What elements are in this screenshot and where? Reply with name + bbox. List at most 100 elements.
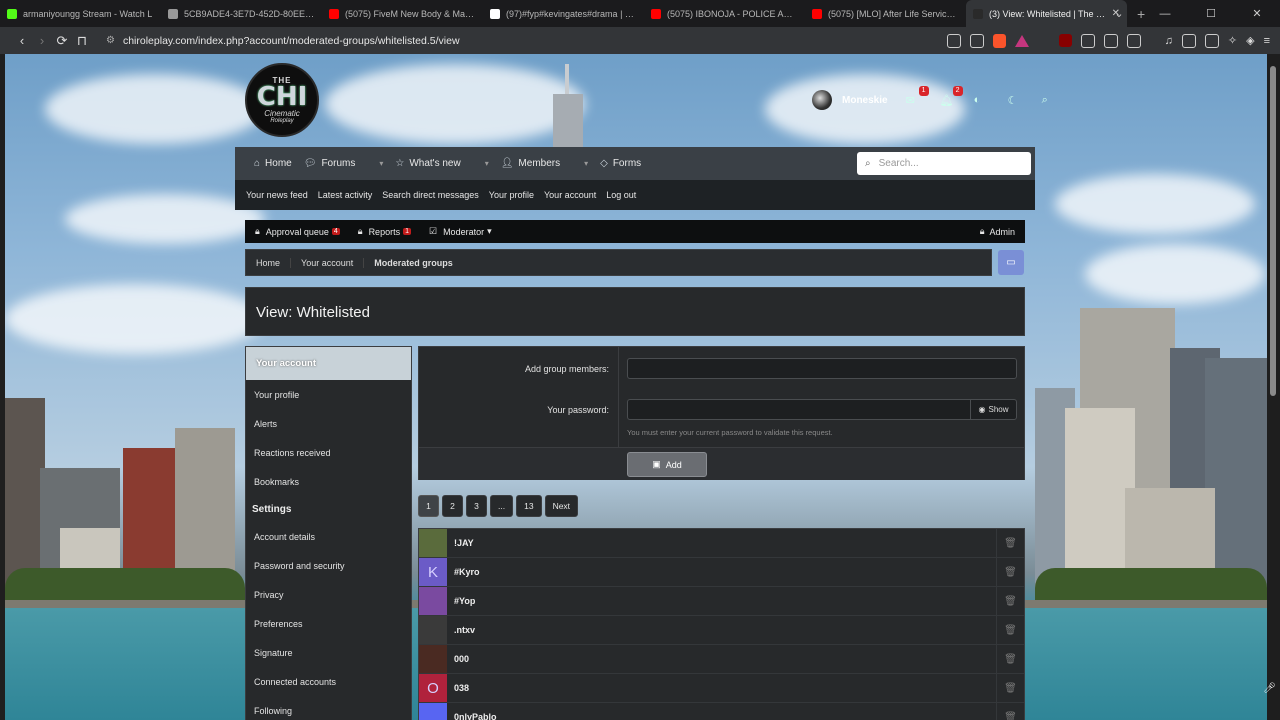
sidebar-item-preferences[interactable]: Preferences	[246, 609, 411, 638]
avatar[interactable]	[812, 90, 832, 110]
close-window-button[interactable]: ✕	[1234, 7, 1280, 20]
member-avatar[interactable]	[419, 587, 447, 615]
menu-icon[interactable]: ≡	[1264, 35, 1270, 47]
member-avatar[interactable]: O	[419, 674, 447, 702]
page-3[interactable]: 3	[466, 495, 487, 517]
moon-icon[interactable]: ☾	[1008, 94, 1022, 107]
member-name[interactable]: !JAY	[454, 538, 474, 548]
site-info-icon[interactable]: ⚙	[106, 35, 115, 46]
microphone-icon[interactable]: 🎤︎	[1263, 683, 1276, 694]
bookmark-icon[interactable]: ⊓	[72, 33, 92, 49]
ublock-icon[interactable]	[1058, 34, 1072, 47]
password-field[interactable]: ◉ Show	[627, 399, 1017, 420]
member-avatar[interactable]	[419, 529, 447, 557]
nav-forums[interactable]: 💬︎ Forums ▾	[304, 158, 384, 169]
delete-member-icon[interactable]: 🗑︎	[996, 558, 1024, 586]
browser-tab[interactable]: (5075) IBONOJA - POLICE ACADEM	[644, 0, 805, 27]
browser-tab[interactable]: (5075) FiveM New Body & Mask Co	[322, 0, 483, 27]
minimize-button[interactable]: —	[1142, 8, 1188, 20]
link-latest-activity[interactable]: Latest activity	[318, 190, 373, 200]
delete-member-icon[interactable]: 🗑︎	[996, 645, 1024, 673]
add-button[interactable]: ▣ Add	[627, 452, 707, 477]
wallet-icon[interactable]	[1103, 33, 1118, 48]
sidebar-item-bookmarks[interactable]: Bookmarks	[246, 467, 411, 496]
brave-shields-icon[interactable]	[992, 33, 1006, 48]
delete-member-icon[interactable]: 🗑︎	[996, 703, 1024, 720]
nav-members[interactable]: 👤︎ Members ▾	[501, 158, 588, 169]
moderator-menu[interactable]: ☑ Moderator ▾	[429, 226, 492, 237]
nav-home[interactable]: ⌂ Home	[254, 158, 292, 169]
search-input[interactable]: ⌕ Search...	[857, 152, 1031, 175]
sidebar-icon[interactable]	[1181, 33, 1196, 48]
delete-member-icon[interactable]: 🗑︎	[996, 674, 1024, 702]
member-name[interactable]: 038	[454, 683, 469, 693]
breadcrumb-your-account[interactable]: Your account	[291, 257, 365, 268]
search-icon[interactable]: ⌕	[1042, 94, 1056, 106]
browser-tab[interactable]: armaniyoungg Stream - Watch L	[0, 0, 161, 27]
sidebar-item-account-details[interactable]: Account details	[246, 522, 411, 551]
dropdown-icon[interactable]: ⌄	[1096, 7, 1142, 20]
bell-icon[interactable]: 🔔︎ 2	[940, 86, 963, 107]
member-name[interactable]: #Yop	[454, 596, 475, 606]
link-your-account[interactable]: Your account	[544, 190, 596, 200]
member-name[interactable]: #Kyro	[454, 567, 480, 577]
inbox-icon[interactable]: ✉ 1	[906, 86, 929, 107]
sidebar-item-connected-accounts[interactable]: Connected accounts	[246, 667, 411, 696]
nav-whats-new[interactable]: ☆ What's new ▾	[395, 158, 488, 169]
sidebar-item-privacy[interactable]: Privacy	[246, 580, 411, 609]
browser-tab[interactable]: 5CB9ADE4-3E7D-452D-80EE-7A93	[161, 0, 322, 27]
page-ellipsis[interactable]: ...	[490, 495, 514, 517]
member-name[interactable]: .ntxv	[454, 625, 475, 635]
show-password-button[interactable]: ◉ Show	[970, 400, 1016, 419]
page-1[interactable]: 1	[418, 495, 439, 517]
member-avatar[interactable]	[419, 703, 447, 720]
breadcrumb-moderated-groups[interactable]: Moderated groups	[364, 258, 463, 268]
delete-member-icon[interactable]: 🗑︎	[996, 529, 1024, 557]
member-avatar[interactable]	[419, 645, 447, 673]
back-icon[interactable]: ‹	[12, 33, 32, 48]
chevron-down-icon[interactable]: ▾	[584, 159, 588, 168]
delete-member-icon[interactable]: 🗑︎	[996, 587, 1024, 615]
share-icon[interactable]	[969, 33, 984, 48]
page-2[interactable]: 2	[442, 495, 463, 517]
music-icon[interactable]: ♫	[1165, 35, 1173, 47]
breadcrumb-home[interactable]: Home	[246, 257, 292, 268]
delete-member-icon[interactable]: 🗑︎	[996, 616, 1024, 644]
link-news-feed[interactable]: Your news feed	[246, 190, 308, 200]
chevron-down-icon[interactable]: ▾	[485, 159, 489, 168]
reading-list-icon[interactable]	[1204, 33, 1219, 48]
member-avatar[interactable]: K	[419, 558, 447, 586]
link-your-profile[interactable]: Your profile	[489, 190, 534, 200]
theme-toggle-icon[interactable]: ◐	[974, 94, 988, 106]
maximize-button[interactable]: ☐	[1188, 7, 1234, 20]
browser-tab[interactable]: (5075) [MLO] After Life Services - Fr	[805, 0, 966, 27]
admin-link[interactable]: 🔒︎ Admin	[980, 226, 1015, 237]
url-field[interactable]: ⚙ chiroleplay.com/index.php?account/mode…	[106, 35, 460, 47]
sidebar-item-alerts[interactable]: Alerts	[246, 409, 411, 438]
sidebar-item-signature[interactable]: Signature	[246, 638, 411, 667]
member-name[interactable]: 000	[454, 654, 469, 664]
sidebar-item-your-account[interactable]: Your account	[246, 347, 411, 380]
sidebar-item-password-security[interactable]: Password and security	[246, 551, 411, 580]
forward-icon[interactable]: ›	[32, 33, 52, 48]
extension-icon[interactable]	[1080, 33, 1095, 48]
cast-icon[interactable]	[946, 33, 961, 48]
site-logo[interactable]: THE CHI Cinematic Roleplay	[245, 63, 319, 137]
sidebar-item-your-profile[interactable]: Your profile	[246, 380, 411, 409]
sidebar-item-reactions[interactable]: Reactions received	[246, 438, 411, 467]
leo-ai-icon[interactable]: ✧	[1228, 34, 1237, 47]
next-page-button[interactable]: Next	[544, 495, 579, 517]
page-13[interactable]: 13	[516, 495, 542, 517]
nav-forms[interactable]: ◇ Forms	[600, 158, 641, 169]
reload-icon[interactable]: ⟳	[52, 33, 72, 49]
link-log-out[interactable]: Log out	[606, 190, 636, 200]
tab-search-icon[interactable]	[1126, 33, 1141, 48]
chat-button[interactable]: ▭	[998, 250, 1024, 275]
member-avatar[interactable]	[419, 616, 447, 644]
member-name[interactable]: 0nlyPablo	[454, 712, 497, 720]
username-link[interactable]: Moneskie	[842, 95, 888, 106]
brave-rewards-icon[interactable]	[1014, 34, 1029, 47]
link-search-dms[interactable]: Search direct messages	[382, 190, 479, 200]
browser-tab[interactable]: (97)#fyp#kevingates#drama | Kevin	[483, 0, 644, 27]
page-scrollbar[interactable]	[1267, 54, 1280, 720]
